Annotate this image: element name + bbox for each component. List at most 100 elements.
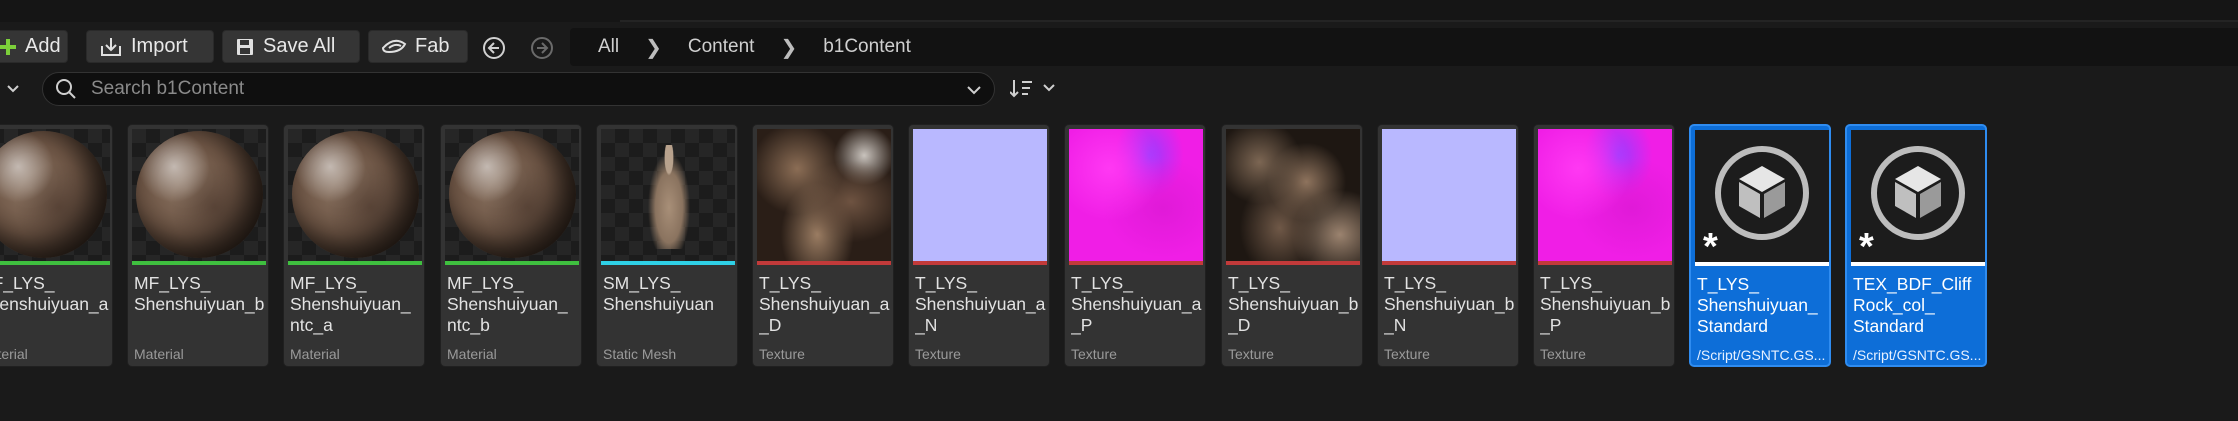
asset-type: /Script/GSNTC.GS... <box>1697 347 1826 363</box>
asset-tile[interactable]: T_LYS_ Shenshuiyuan_b _N Texture <box>1377 124 1519 367</box>
asset-type: Texture <box>759 346 805 362</box>
asset-type: Static Mesh <box>603 346 677 362</box>
save-all-label: Save All <box>263 35 336 57</box>
filter-chevron-icon <box>7 85 19 93</box>
top-panel-strip <box>0 0 2238 22</box>
add-label: Add <box>25 35 61 57</box>
asset-thumbnail: * <box>1851 130 1985 262</box>
cube-icon <box>1871 146 1965 240</box>
asset-type-color-bar <box>1851 262 1985 266</box>
asset-thumbnail <box>1382 129 1516 261</box>
asset-tile[interactable]: T_LYS_ Shenshuiyuan_b _P Texture <box>1533 124 1675 367</box>
fab-button[interactable]: Fab <box>368 30 468 63</box>
arrow-left-circle-icon <box>483 37 505 59</box>
asset-thumbnail <box>1538 129 1672 261</box>
asset-type: Material <box>0 346 28 362</box>
asset-type-color-bar <box>1538 261 1672 265</box>
asset-name: MF_LYS_ Shenshuiyuan_b <box>134 273 265 314</box>
asset-type: Material <box>134 346 184 362</box>
asset-type: Texture <box>1071 346 1117 362</box>
filter-bar <box>0 70 2238 110</box>
asset-name: T_LYS_ Shenshuiyuan_a _P <box>1071 273 1202 335</box>
plus-icon <box>0 38 17 56</box>
import-button[interactable]: Import <box>86 30 214 63</box>
fab-label: Fab <box>415 35 450 57</box>
chevron-right-icon[interactable]: ❯ <box>780 35 797 60</box>
asset-tile[interactable]: MF_LYS_ Shenshuiyuan_b Material <box>127 124 269 367</box>
asset-tile[interactable]: T_LYS_ Shenshuiyuan_b _D Texture <box>1221 124 1363 367</box>
asset-type: Texture <box>1540 346 1586 362</box>
chevron-right-icon[interactable]: ❯ <box>645 35 662 60</box>
save-all-button[interactable]: Save All <box>222 30 360 63</box>
asset-tile[interactable]: MF_LYS_ Shenshuiyuan_ ntc_b Material <box>440 124 582 367</box>
asset-type-color-bar <box>132 261 266 265</box>
asset-type: Material <box>290 346 340 362</box>
asset-thumbnail <box>601 129 735 261</box>
asset-thumbnail <box>1226 129 1360 261</box>
asset-type-color-bar <box>288 261 422 265</box>
asset-type-color-bar <box>757 261 891 265</box>
asset-thumbnail: * <box>1695 130 1829 262</box>
asset-thumbnail <box>132 129 266 261</box>
asset-name: MF_LYS_ Shenshuiyuan_ ntc_b <box>447 273 568 335</box>
search-icon <box>56 79 76 99</box>
breadcrumb-all[interactable]: All <box>594 36 623 58</box>
unsaved-asterisk-icon: * <box>1859 226 1874 262</box>
fab-icon <box>381 38 407 56</box>
asset-name: T_LYS_ Shenshuiyuan_b _D <box>1228 273 1359 335</box>
asset-thumbnail <box>445 129 579 261</box>
asset-tile[interactable]: T_LYS_ Shenshuiyuan_a _D Texture <box>752 124 894 367</box>
asset-name: T_LYS_ Shenshuiyuan_b _N <box>1384 273 1515 335</box>
asset-tile[interactable]: T_LYS_ Shenshuiyuan_a _N Texture <box>908 124 1050 367</box>
asset-tile[interactable]: SM_LYS_ Shenshuiyuan Static Mesh <box>596 124 738 367</box>
filter-dropdown[interactable] <box>0 78 26 100</box>
asset-thumbnail <box>0 129 110 261</box>
asset-type: Material <box>447 346 497 362</box>
asset-tile[interactable]: * T_LYS_ Shenshuiyuan_ Standard/Script/GS… <box>1689 124 1831 367</box>
search-box[interactable] <box>42 72 995 106</box>
asset-thumbnail <box>913 129 1047 261</box>
asset-tile[interactable]: * TEX_BDF_Cliff Rock_col_ Standard/Script… <box>1845 124 1987 367</box>
asset-name: SM_LYS_ Shenshuiyuan <box>603 273 714 314</box>
breadcrumb: All ❯ Content ❯ b1Content <box>570 28 2238 66</box>
search-input[interactable] <box>89 77 943 101</box>
chevron-down-icon[interactable] <box>964 80 984 100</box>
asset-type-color-bar <box>913 261 1047 265</box>
asset-name: MF_LYS_ Shenshuiyuan_ ntc_a <box>290 273 411 335</box>
asset-name: T_LYS_ Shenshuiyuan_a _N <box>915 273 1046 335</box>
add-button[interactable]: Add <box>0 30 68 63</box>
asset-type: Texture <box>1384 346 1430 362</box>
save-icon <box>235 37 255 57</box>
import-icon <box>99 36 123 58</box>
asset-name: T_LYS_ Shenshuiyuan_b _P <box>1540 273 1671 335</box>
cube-icon <box>1715 146 1809 240</box>
asset-name: TEX_BDF_Cliff Rock_col_ Standard <box>1853 274 1972 336</box>
asset-type-color-bar <box>1382 261 1516 265</box>
asset-name: MF_LYS_ Shenshuiyuan_a <box>0 273 109 314</box>
asset-thumbnail <box>1069 129 1203 261</box>
asset-tile[interactable]: MF_LYS_ Shenshuiyuan_ ntc_a Material <box>283 124 425 367</box>
sort-icon <box>1009 80 1055 98</box>
asset-type-color-bar <box>1226 261 1360 265</box>
asset-type-color-bar <box>0 261 110 265</box>
asset-grid: MF_LYS_ Shenshuiyuan_aMaterialMF_LYS_ Sh… <box>0 124 2238 369</box>
sort-button[interactable] <box>1009 76 1060 102</box>
import-label: Import <box>131 35 188 57</box>
asset-type: Texture <box>1228 346 1274 362</box>
asset-type-color-bar <box>1069 261 1203 265</box>
asset-tile[interactable]: MF_LYS_ Shenshuiyuan_a Material <box>0 124 113 367</box>
asset-name: T_LYS_ Shenshuiyuan_ Standard <box>1697 274 1818 336</box>
breadcrumb-content[interactable]: Content <box>684 36 759 58</box>
arrow-right-circle-icon <box>531 37 553 59</box>
asset-type-color-bar <box>1695 262 1829 266</box>
asset-tile[interactable]: T_LYS_ Shenshuiyuan_a _P Texture <box>1064 124 1206 367</box>
breadcrumb-b1content[interactable]: b1Content <box>819 36 915 58</box>
asset-thumbnail <box>757 129 891 261</box>
forward-button[interactable] <box>530 36 554 60</box>
back-button[interactable] <box>482 36 506 60</box>
unsaved-asterisk-icon: * <box>1703 226 1718 262</box>
asset-type: Texture <box>915 346 961 362</box>
asset-type-color-bar <box>445 261 579 265</box>
asset-type-color-bar <box>601 261 735 265</box>
asset-type: /Script/GSNTC.GS... <box>1853 347 1982 363</box>
